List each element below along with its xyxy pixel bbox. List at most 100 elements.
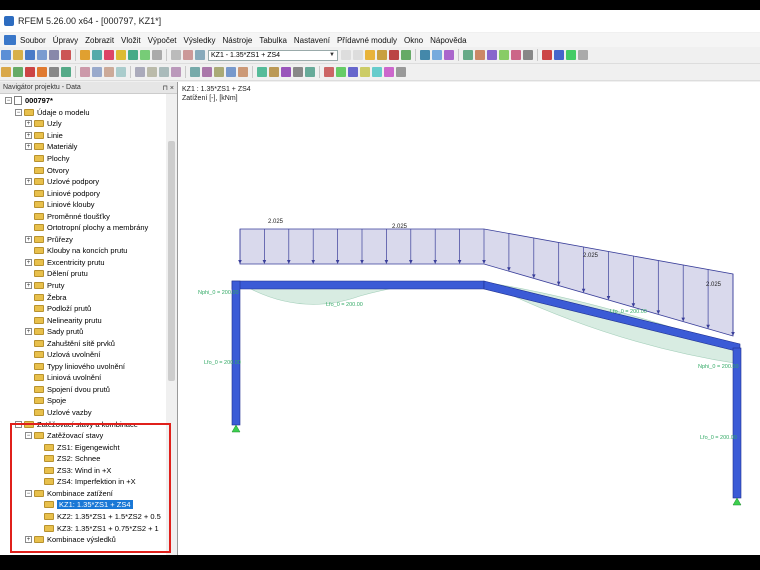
support-icon[interactable] [49, 67, 59, 77]
expand-icon[interactable]: + [25, 282, 32, 290]
expand-icon[interactable]: + [25, 258, 32, 266]
menu-okno[interactable]: Okno [404, 36, 423, 45]
values-icon[interactable] [401, 50, 411, 60]
menu-vlozit[interactable]: Vložit [121, 36, 141, 45]
grid-icon[interactable] [152, 50, 162, 60]
menu-vypocet[interactable]: Výpočet [148, 36, 177, 45]
tree-node[interactable]: + Pruty [0, 280, 165, 292]
iso-view-icon[interactable] [511, 50, 521, 60]
tree-node[interactable]: Ortotropní plochy a membrány [0, 222, 165, 234]
collapse-icon[interactable]: − [5, 97, 12, 105]
table-icon[interactable] [171, 50, 181, 60]
tree-node[interactable]: Zahuštění sítě prvků [0, 337, 165, 349]
open-icon[interactable] [13, 50, 23, 60]
tree-node[interactable]: − Údaje o modelu [0, 107, 165, 119]
filter-icon[interactable] [444, 50, 454, 60]
save-icon[interactable] [25, 50, 35, 60]
tree-node[interactable]: Liniové podpory [0, 187, 165, 199]
menu-tabulka[interactable]: Tabulka [259, 36, 287, 45]
legend-icon[interactable] [432, 50, 442, 60]
lasso-icon[interactable] [159, 67, 169, 77]
support-right[interactable] [732, 497, 742, 506]
view-x-icon[interactable] [475, 50, 485, 60]
new-icon[interactable] [1, 50, 11, 60]
show-results-icon[interactable] [377, 50, 387, 60]
tree-node[interactable]: + Sady prutů [0, 326, 165, 338]
ortho-icon[interactable] [257, 67, 267, 77]
line-icon[interactable] [13, 67, 23, 77]
tree-node[interactable]: Dělení prutu [0, 268, 165, 280]
support-left[interactable] [231, 424, 241, 433]
navigator-pin-close[interactable]: ⊓ × [163, 84, 175, 92]
coordinate-icon[interactable] [281, 67, 291, 77]
tree-node[interactable]: Nelinearity prutu [0, 314, 165, 326]
comment-icon[interactable] [202, 67, 212, 77]
expand-icon[interactable]: + [25, 178, 32, 186]
menu-moduly[interactable]: Přídavné moduly [337, 36, 397, 45]
surface-icon[interactable] [37, 67, 47, 77]
grid-snap-icon[interactable] [238, 67, 248, 77]
snap-icon[interactable] [226, 67, 236, 77]
tree-node[interactable]: Liniové klouby [0, 199, 165, 211]
wire-icon[interactable] [566, 50, 576, 60]
tree-node[interactable]: + Uzlové podpory [0, 176, 165, 188]
scrollbar-thumb[interactable] [168, 141, 175, 381]
menu-zobrazit[interactable]: Zobrazit [85, 36, 114, 45]
more-icon[interactable] [578, 50, 588, 60]
tree-node[interactable]: Uzlové vazby [0, 407, 165, 419]
menu-nastaveni[interactable]: Nastavení [294, 36, 330, 45]
tree-node[interactable]: Klouby na koncích prutu [0, 245, 165, 257]
more-tools-icon[interactable] [396, 67, 406, 77]
dimension-icon[interactable] [190, 67, 200, 77]
workplane-icon[interactable] [305, 67, 315, 77]
tree-node[interactable]: + Uzly [0, 118, 165, 130]
tree-node[interactable]: Žebra [0, 291, 165, 303]
rotate-icon[interactable] [104, 67, 114, 77]
select-icon[interactable] [135, 67, 145, 77]
member-icon[interactable] [25, 67, 35, 77]
check-model-icon[interactable] [336, 67, 346, 77]
model-view[interactable]: KZ1 : 1.35*ZS1 + ZS4 Zatížení [-], [kNm]… [178, 82, 760, 555]
view-icon[interactable] [463, 50, 473, 60]
color-icon[interactable] [324, 67, 334, 77]
load-case-combo[interactable]: KZ1 - 1.35*ZS1 + ZS4 ▼ [208, 49, 338, 61]
tree-node[interactable]: Spojení dvou prutů [0, 384, 165, 396]
collapse-icon[interactable]: − [15, 108, 22, 116]
fe-mesh-icon[interactable] [140, 50, 150, 60]
move-icon[interactable] [92, 67, 102, 77]
check-icon[interactable] [128, 50, 138, 60]
menu-upravy[interactable]: Úpravy [53, 36, 78, 45]
results-icon[interactable] [116, 50, 126, 60]
view-z-icon[interactable] [499, 50, 509, 60]
view-y-icon[interactable] [487, 50, 497, 60]
node-icon[interactable] [1, 67, 11, 77]
tree-node[interactable]: + Excentricity prutu [0, 257, 165, 269]
tree-node[interactable]: + Průřezy [0, 234, 165, 246]
tool-icon[interactable] [360, 67, 370, 77]
tree-node[interactable]: Typy liniového uvolnění [0, 361, 165, 373]
tree-node[interactable]: Spoje [0, 395, 165, 407]
expand-icon[interactable]: + [25, 143, 32, 151]
expand-icon[interactable]: + [25, 328, 32, 336]
member-beam-left[interactable] [231, 280, 485, 290]
guide-icon[interactable] [214, 67, 224, 77]
menu-vysledky[interactable]: Výsledky [184, 36, 216, 45]
menu-nastroje[interactable]: Nástroje [223, 36, 253, 45]
tree-node[interactable]: − 000797* [0, 95, 165, 107]
tree-node[interactable]: Uzlová uvolnění [0, 349, 165, 361]
show-loads-icon[interactable] [365, 50, 375, 60]
tree-node[interactable]: + Materiály [0, 141, 165, 153]
display-icon[interactable] [542, 50, 552, 60]
edit-icon[interactable] [80, 50, 90, 60]
plugin-icon[interactable] [384, 67, 394, 77]
frame-model[interactable]: 2.025 2.025 2.025 2.025 Nphi_0 = 200.00 Lfo_0… [178, 82, 760, 555]
tree-node[interactable]: Otvory [0, 164, 165, 176]
arrange-icon[interactable] [92, 50, 102, 60]
select-window-icon[interactable] [147, 67, 157, 77]
print-graphic-icon[interactable] [49, 50, 59, 60]
print-icon[interactable] [37, 50, 47, 60]
menu-napoveda[interactable]: Nápověda [430, 36, 466, 45]
expand-icon[interactable]: + [25, 131, 32, 139]
previous-icon[interactable] [341, 50, 351, 60]
section-icon[interactable] [420, 50, 430, 60]
